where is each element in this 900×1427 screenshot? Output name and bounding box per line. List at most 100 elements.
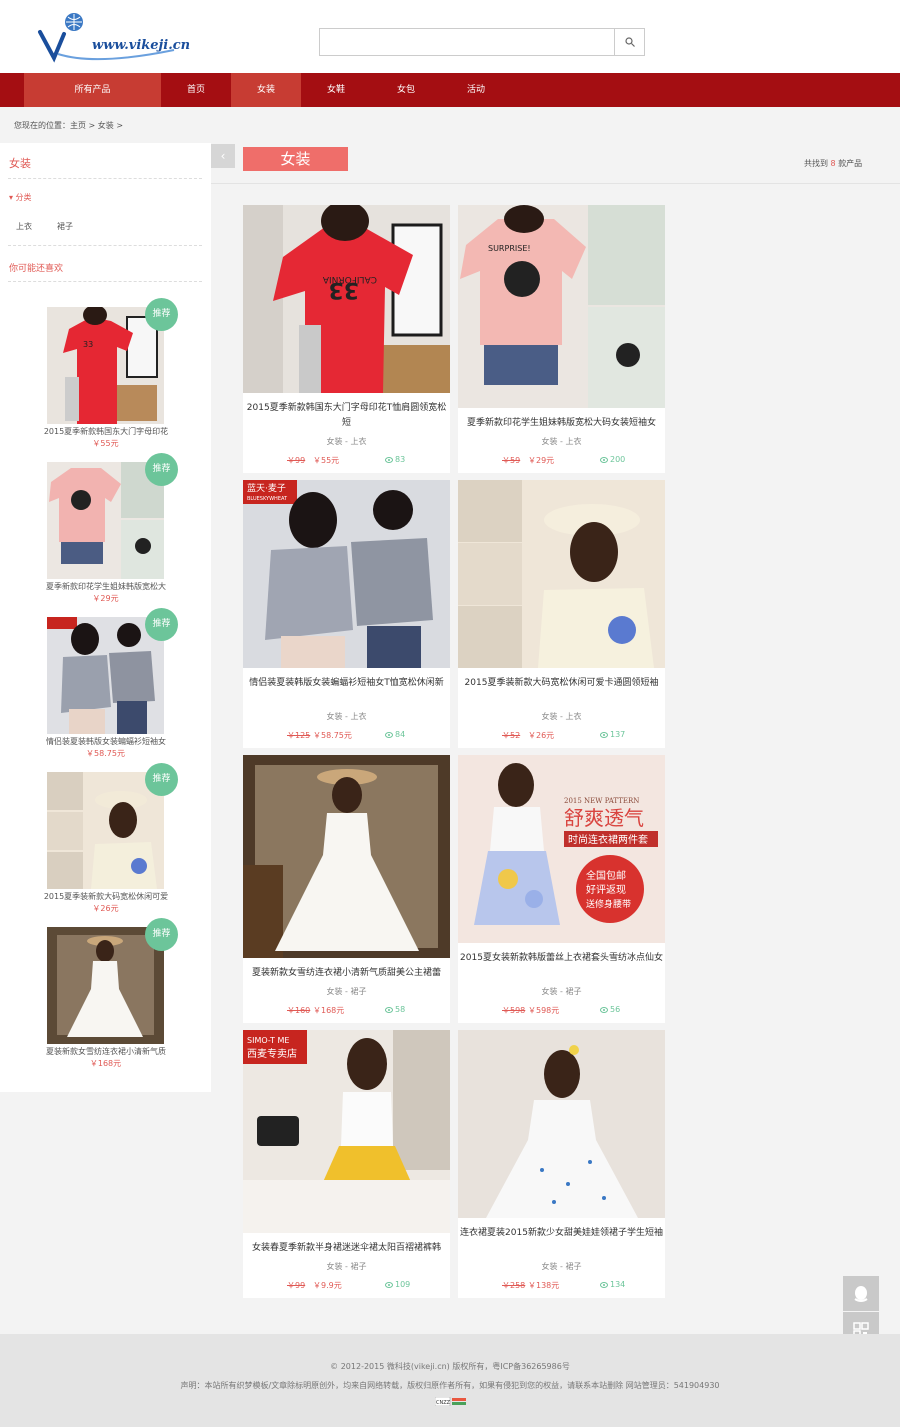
eye-icon — [600, 1006, 608, 1013]
recommend-item[interactable]: 推荐 夏季新款印花学生姐妹韩版宽松大 ￥29元 — [0, 453, 211, 612]
divider — [8, 281, 202, 282]
recommend-badge: 推荐 — [145, 453, 178, 486]
product-image[interactable]: SURPRISE! — [458, 205, 665, 408]
recommend-image[interactable] — [47, 617, 164, 734]
recommend-name[interactable]: 夏装新款女雪纺连衣裙小清新气质 — [36, 1046, 176, 1057]
breadcrumb-current[interactable]: 女装 — [98, 121, 114, 130]
breadcrumb: 您现在的位置：主页 > 女装 > — [14, 120, 123, 131]
product-name[interactable]: 情侣装夏装韩版女装蝙蝠衫短袖女T恤宽松休闲新 — [245, 676, 448, 691]
product-views-count: 109 — [395, 1280, 411, 1289]
eye-icon — [385, 731, 393, 738]
overlay-text: 时尚连衣裙两件套 — [568, 833, 648, 846]
cnzz-label: CNZZ — [436, 1400, 451, 1406]
product-views-count: 200 — [610, 455, 626, 464]
breadcrumb-home[interactable]: 主页 — [70, 121, 86, 130]
product-price: ￥26元 — [528, 731, 555, 740]
footer-copyright: © 2012-2015 微科技(vikeji.cn) 版权所有，粤ICP备362… — [330, 1362, 570, 1371]
recommend-image[interactable] — [47, 772, 164, 889]
nav-all-products[interactable]: 所有产品 — [24, 73, 161, 107]
product-image[interactable]: CALIFORNIA 33 — [243, 205, 450, 393]
svg-text:好评返现: 好评返现 — [586, 884, 626, 896]
product-views: 84 — [385, 730, 405, 739]
recommend-image[interactable] — [47, 462, 164, 579]
recommend-item[interactable]: 推荐 夏装新款女雪纺连衣裙小清新气质 ￥168元 — [0, 918, 211, 1077]
product-image[interactable] — [458, 480, 665, 668]
recommend-item[interactable]: 推荐 情侣装夏装韩版女装蝙蝠衫短袖女 ￥58.75元 — [0, 608, 211, 767]
divider — [211, 183, 900, 184]
recommend-image[interactable]: 33 — [47, 307, 164, 424]
product-image[interactable]: 2015 NEW PATTERN 舒爽透气 时尚连衣裙两件套 全国包邮 好评返现… — [458, 755, 665, 943]
product-views-count: 58 — [395, 1005, 406, 1014]
recommend-image[interactable] — [47, 927, 164, 1044]
product-price: ￥58.75元 — [313, 731, 352, 740]
sidebar-subcat-skirts[interactable]: 裙子 — [57, 221, 73, 232]
product-old-price: ￥598 — [502, 1006, 526, 1015]
recommend-name[interactable]: 2015夏季装新款大码宽松休闲可爱 — [36, 891, 176, 902]
nav-womens-clothing[interactable]: 女装 — [231, 73, 301, 107]
recommend-badge: 推荐 — [145, 918, 178, 951]
eye-icon — [385, 1006, 393, 1013]
recommend-badge: 推荐 — [145, 298, 178, 331]
product-old-price: ￥99 — [287, 456, 306, 465]
chevron-left-icon[interactable]: ‹ — [211, 144, 235, 168]
product-image[interactable] — [458, 1030, 665, 1218]
product-name[interactable]: 夏季新款印花学生姐妹韩版宽松大码女装短袖女 — [460, 416, 663, 431]
overlay-text: 2015 NEW PATTERN — [564, 797, 639, 805]
brand-label-cn: 西麦专卖店 — [247, 1047, 297, 1060]
nav-events[interactable]: 活动 — [441, 73, 511, 107]
product-category: 女装 - 裙子 — [541, 987, 582, 996]
recommend-item[interactable]: 推荐 2015夏季装新款大码宽松休闲可爱 ￥26元 — [0, 763, 211, 922]
search-button[interactable] — [614, 29, 644, 55]
recommend-name[interactable]: 情侣装夏装韩版女装蝙蝠衫短袖女 — [36, 736, 176, 747]
product-name[interactable]: 2015夏季新款韩国东大门字母印花T恤肩圆领宽松短 — [245, 401, 448, 431]
result-count: 共找到 8 款产品 — [804, 158, 862, 169]
product-name[interactable]: 女装春夏季新款半身裙迷迷伞裙太阳百褶裙裤韩 — [245, 1241, 448, 1256]
eye-icon — [600, 456, 608, 463]
nav-womens-shoes[interactable]: 女鞋 — [301, 73, 371, 107]
search-input[interactable] — [319, 28, 645, 56]
svg-text:33: 33 — [83, 340, 93, 349]
nav-home[interactable]: 首页 — [161, 73, 231, 107]
recommend-price: ￥58.75元 — [86, 749, 125, 758]
overlay-text: 舒爽透气 — [564, 806, 644, 830]
site-logo[interactable]: www.vikeji.cn — [36, 10, 190, 65]
product-views: 134 — [600, 1280, 625, 1289]
product-name[interactable]: 夏装新款女雪纺连衣裙小清新气质甜美公主裙蕾 — [245, 966, 448, 981]
product-card[interactable]: 蓝天·麦子 BLUESKYWHEAT 情侣装夏装韩版女装蝙蝠衫短袖女T恤宽松休闲… — [243, 480, 450, 748]
product-views-count: 84 — [395, 730, 406, 739]
product-price: ￥55元 — [313, 456, 340, 465]
sidebar: 女装 ▾ 分类 上衣 裙子 你可能还喜欢 33 推荐 2015夏季新款韩国东大门… — [0, 143, 211, 1092]
product-card[interactable]: 2015夏季装新款大码宽松休闲可爱卡通圆领短袖 女装 - 上衣 ￥52 ￥26元… — [458, 480, 665, 748]
sidebar-category-label: ▾ 分类 — [9, 193, 32, 202]
recommend-name[interactable]: 夏季新款印花学生姐妹韩版宽松大 — [36, 581, 176, 592]
product-name[interactable]: 2015夏季装新款大码宽松休闲可爱卡通圆领短袖 — [460, 676, 663, 691]
product-views-count: 83 — [395, 455, 406, 464]
shirt-print: SURPRISE! — [488, 244, 531, 253]
brand-label: SIMO-T ME — [247, 1036, 289, 1045]
product-image[interactable]: SIMO-T ME 西麦专卖店 — [243, 1030, 450, 1233]
product-image[interactable]: 蓝天·麦子 BLUESKYWHEAT — [243, 480, 450, 668]
nav-womens-bags[interactable]: 女包 — [371, 73, 441, 107]
product-card[interactable]: SURPRISE! 夏季新款印花学生姐妹韩版宽松大码女装短袖女 女装 - 上衣 … — [458, 205, 665, 473]
product-image[interactable] — [243, 755, 450, 958]
product-card[interactable]: 2015 NEW PATTERN 舒爽透气 时尚连衣裙两件套 全国包邮 好评返现… — [458, 755, 665, 1023]
recommend-name[interactable]: 2015夏季新款韩国东大门字母印花 — [36, 426, 176, 437]
category-tag: 女装 — [243, 147, 348, 171]
eye-icon — [600, 731, 608, 738]
recommend-item[interactable]: 33 推荐 2015夏季新款韩国东大门字母印花 ￥55元 — [0, 298, 211, 457]
product-views-count: 137 — [610, 730, 626, 739]
footer-statement: 声明：本站所有织梦模板/文章除标明原创外，均来自网络转载，版权归原作者所有，如果… — [180, 1381, 720, 1390]
product-card[interactable]: 夏装新款女雪纺连衣裙小清新气质甜美公主裙蕾 女装 - 裙子 ￥160 ￥168元… — [243, 755, 450, 1023]
recommend-price: ￥29元 — [92, 594, 119, 603]
product-card[interactable]: SIMO-T ME 西麦专卖店 女装春夏季新款半身裙迷迷伞裙太阳百褶裙裤韩 女装… — [243, 1030, 450, 1298]
product-name[interactable]: 连衣裙夏装2015新款少女甜美娃娃领裙子学生短袖 — [460, 1226, 663, 1241]
eye-icon — [385, 1281, 393, 1288]
qq-button[interactable] — [843, 1276, 879, 1311]
recommend-price: ￥26元 — [92, 904, 119, 913]
product-card[interactable]: CALIFORNIA 33 2015夏季新款韩国东大门字母印花T恤肩圆领宽松短 … — [243, 205, 450, 473]
product-card[interactable]: 连衣裙夏装2015新款少女甜美娃娃领裙子学生短袖 女装 - 裙子 ￥258 ￥1… — [458, 1030, 665, 1298]
cnzz-badge[interactable]: CNZZ — [434, 1396, 467, 1407]
product-old-price: ￥125 — [287, 731, 311, 740]
product-name[interactable]: 2015夏女装新款韩版蕾丝上衣裙套头雪纺冰点仙女 — [460, 951, 663, 966]
sidebar-subcat-tops[interactable]: 上衣 — [16, 221, 32, 232]
